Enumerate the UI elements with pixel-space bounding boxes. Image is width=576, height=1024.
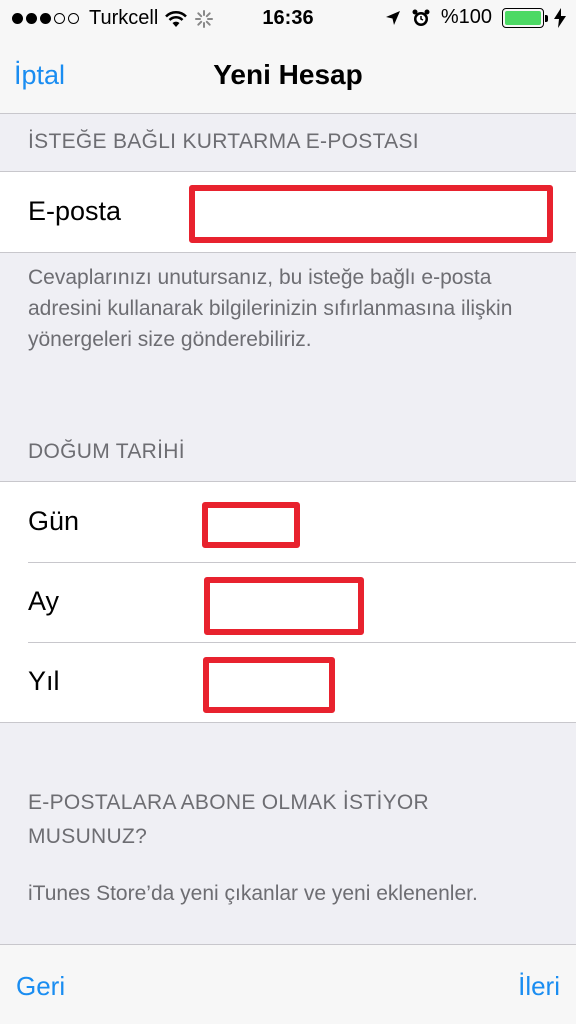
charging-bolt-icon bbox=[554, 7, 566, 28]
month-row[interactable]: Ay bbox=[0, 562, 576, 642]
month-field-redacted[interactable] bbox=[204, 577, 364, 635]
navigation-bar: İptal Yeni Hesap bbox=[0, 38, 576, 114]
page-title: Yeni Hesap bbox=[213, 59, 363, 90]
section-header-subscribe: E-POSTALARA ABONE OLMAK İSTİYOR MUSUNUZ? bbox=[28, 791, 430, 848]
email-row[interactable]: E-posta bbox=[0, 172, 576, 252]
email-label: E-posta bbox=[28, 196, 122, 226]
battery-icon bbox=[502, 7, 548, 28]
month-label: Ay bbox=[28, 586, 60, 616]
signal-dot bbox=[12, 13, 23, 24]
back-button[interactable]: Geri bbox=[16, 971, 65, 1002]
activity-spinner-icon bbox=[195, 9, 214, 28]
day-field-redacted[interactable] bbox=[202, 502, 300, 548]
birth-date-group: Gün Ay Yıl bbox=[0, 481, 576, 723]
section-header-recovery-email: İSTEĞE BAĞLI KURTARMA E-POSTASI bbox=[28, 130, 419, 153]
battery-percent: %100 bbox=[440, 6, 492, 28]
email-field-redacted[interactable] bbox=[189, 185, 553, 243]
status-left: Turkcell bbox=[12, 7, 214, 30]
cancel-button[interactable]: İptal bbox=[14, 60, 65, 91]
battery-fill bbox=[505, 10, 541, 25]
signal-dot bbox=[68, 13, 79, 24]
signal-dot bbox=[26, 13, 37, 24]
subscribe-note: iTunes Store’da yeni çıkanlar ve yeni ek… bbox=[28, 882, 478, 905]
year-field-redacted[interactable] bbox=[203, 657, 335, 713]
signal-strength-icon bbox=[12, 13, 79, 24]
wifi-icon bbox=[165, 10, 188, 27]
bottom-toolbar: Geri İleri bbox=[0, 944, 576, 1024]
location-arrow-icon bbox=[385, 10, 400, 25]
section-header-birth-date: DOĞUM TARİHİ bbox=[28, 440, 185, 463]
next-button[interactable]: İleri bbox=[518, 971, 560, 1002]
status-bar: Turkcell 16:36 %100 bbox=[0, 0, 576, 38]
carrier-name: Turkcell bbox=[89, 7, 159, 29]
recovery-email-note: Cevaplarınızı unutursanız, bu isteğe bağ… bbox=[28, 266, 513, 351]
year-label: Yıl bbox=[28, 666, 60, 696]
day-label: Gün bbox=[28, 506, 80, 536]
signal-dot bbox=[54, 13, 65, 24]
screen: Turkcell 16:36 %100 İptal Yeni Hesap İST… bbox=[0, 0, 576, 1024]
alarm-clock-icon bbox=[412, 9, 430, 26]
signal-dot bbox=[40, 13, 51, 24]
year-row[interactable]: Yıl bbox=[0, 642, 576, 722]
recovery-email-group: E-posta bbox=[0, 171, 576, 253]
day-row[interactable]: Gün bbox=[0, 482, 576, 562]
status-right: %100 bbox=[385, 6, 566, 29]
